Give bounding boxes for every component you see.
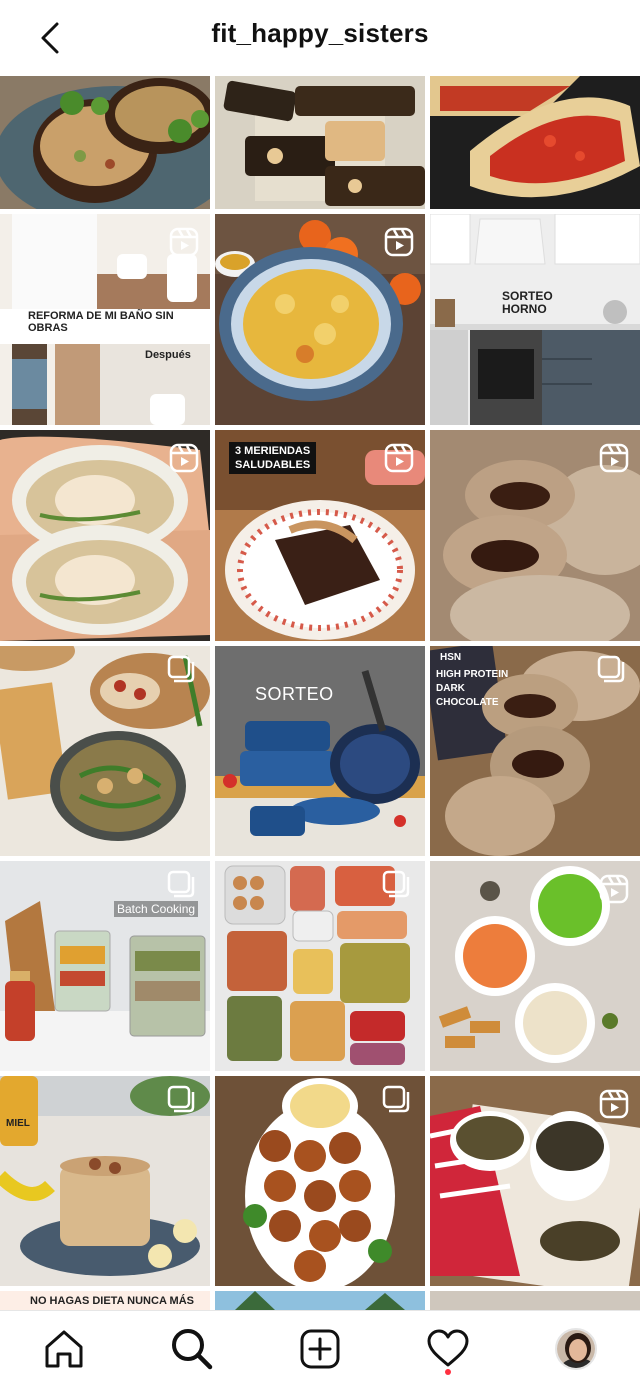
reels-icon xyxy=(599,874,629,904)
post-overlay-cookware-raffle: SORTEO xyxy=(255,684,334,704)
multiple-photos-icon xyxy=(167,655,195,683)
reels-icon xyxy=(384,227,414,257)
post-image xyxy=(215,76,425,209)
home-icon xyxy=(45,1330,83,1368)
nav-home[interactable] xyxy=(40,1325,88,1373)
grid-post-cookware-raffle[interactable]: SORTEO xyxy=(215,646,425,856)
profile-username: fit_happy_sisters xyxy=(211,18,429,48)
nav-profile[interactable] xyxy=(552,1325,600,1373)
grid-post-meal-prep-containers[interactable] xyxy=(215,861,425,1071)
post-overlay-bath-after: Después xyxy=(145,349,191,361)
grid-post-roasted-seeds[interactable] xyxy=(430,1076,640,1286)
grid-post-chicken-wrap[interactable] xyxy=(0,430,210,641)
grid-post-veggie-patties[interactable] xyxy=(215,1076,425,1286)
create-post-icon xyxy=(300,1329,340,1369)
grid-post-curry-bowl[interactable] xyxy=(215,214,425,425)
post-image xyxy=(430,214,640,425)
grid-post-roasted-tofu[interactable] xyxy=(215,76,425,209)
grid-post-stuffed-eggplant[interactable] xyxy=(0,76,210,209)
post-image xyxy=(0,76,210,209)
grid-post-kitchen-oven[interactable]: SORTEO HORNO xyxy=(430,214,640,425)
grid-post-dark-chocolate[interactable]: HSN HIGH PROTEIN DARK CHOCOLATE xyxy=(430,646,640,856)
grid-post-partial-3[interactable] xyxy=(430,1291,640,1310)
grid-post-no-diet[interactable]: NO HAGAS DIETA NUNCA MÁS xyxy=(0,1291,210,1310)
grid-post-tomato-quesadilla[interactable] xyxy=(430,76,640,209)
grid-post-dips-soups[interactable] xyxy=(430,861,640,1071)
multiple-photos-icon xyxy=(167,1085,195,1113)
post-overlay-diet-strip: NO HAGAS DIETA NUNCA MÁS xyxy=(30,1295,194,1307)
reels-icon xyxy=(599,443,629,473)
multiple-photos-icon xyxy=(382,870,410,898)
grid-post-chocolate-buns[interactable] xyxy=(430,430,640,641)
top-bar: fit_happy_sisters xyxy=(0,0,640,76)
post-overlay-chocolate-brand: HSN xyxy=(440,652,462,663)
nav-search[interactable] xyxy=(168,1325,216,1373)
post-overlay-kitchen-raffle: SORTEO HORNO xyxy=(502,289,553,316)
bottom-navigation xyxy=(0,1310,640,1386)
nav-create[interactable] xyxy=(296,1325,344,1373)
activity-notification-dot xyxy=(445,1369,451,1375)
post-image xyxy=(215,646,425,856)
multiple-photos-icon xyxy=(597,655,625,683)
post-overlay-batch-cooking: Batch Cooking xyxy=(114,901,199,917)
grid-post-beach[interactable] xyxy=(215,1291,425,1310)
grid-post-healthy-snacks[interactable]: 3 MERIENDAS SALUDABLES xyxy=(215,430,425,641)
search-icon xyxy=(172,1329,213,1370)
profile-avatar xyxy=(555,1328,597,1370)
post-image xyxy=(215,1291,425,1310)
post-overlay-snacks: 3 MERIENDAS SALUDABLES xyxy=(229,442,317,474)
grid-post-green-beans-chicken[interactable] xyxy=(0,646,210,856)
multiple-photos-icon xyxy=(382,1085,410,1113)
post-overlay-honey-label: MIEL xyxy=(6,1118,30,1129)
profile-post-grid: REFORMA DE MI BAÑO SIN OBRAS Después SOR… xyxy=(0,76,640,1310)
grid-post-batch-cooking[interactable]: Batch Cooking xyxy=(0,861,210,1071)
nav-activity[interactable] xyxy=(424,1325,472,1373)
reels-icon xyxy=(599,1089,629,1119)
post-overlay-bath-title: REFORMA DE MI BAÑO SIN OBRAS xyxy=(28,310,174,334)
activity-heart-icon xyxy=(427,1329,469,1367)
reels-icon xyxy=(169,227,199,257)
grid-post-pancakes[interactable]: MIEL xyxy=(0,1076,210,1286)
post-overlay-chocolate-label: HIGH PROTEIN DARK CHOCOLATE xyxy=(436,669,509,708)
post-image xyxy=(430,76,640,209)
grid-post-bathroom-reform[interactable]: REFORMA DE MI BAÑO SIN OBRAS Después xyxy=(0,214,210,425)
reels-icon xyxy=(169,443,199,473)
reels-icon xyxy=(384,443,414,473)
multiple-photos-icon xyxy=(167,870,195,898)
